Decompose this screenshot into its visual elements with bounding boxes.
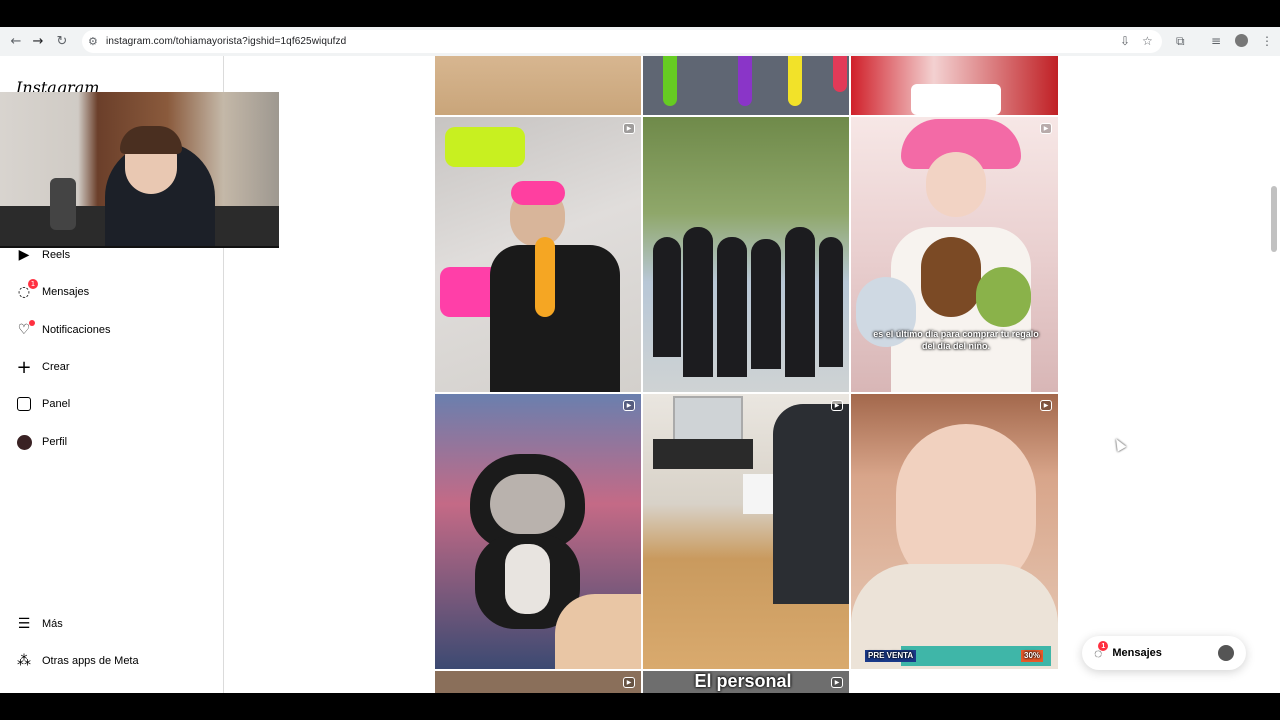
post-tile[interactable]: ▶ <box>435 117 641 392</box>
sidebar-item-label: Mensajes <box>42 286 90 298</box>
sidebar-item-perfil[interactable]: Perfil <box>16 431 67 453</box>
reel-icon: ▶ <box>623 677 635 688</box>
post-overlay-text: El personal <box>694 671 792 691</box>
back-icon[interactable]: ← <box>4 29 28 53</box>
media-icon[interactable]: ≡ <box>1211 33 1221 49</box>
sidebar-item-label: Perfil <box>42 436 68 448</box>
reel-icon: ▶ <box>623 123 635 134</box>
chart-icon <box>16 396 32 412</box>
sidebar-item-label: Notificaciones <box>42 324 111 336</box>
forward-icon[interactable]: → <box>26 29 50 53</box>
sidebar: Instagram ▶ Reels ◌ 1 Mensajes ♡ Notifica… <box>0 56 279 693</box>
sidebar-item-crear[interactable]: + Crear <box>16 356 70 378</box>
scrollbar[interactable] <box>1268 56 1280 693</box>
microphone <box>50 178 76 230</box>
browser-toolbar: ← → ↻ ⚙ instagram.com/tohiamayorista?igs… <box>0 27 1280 56</box>
bottom-letterbox <box>0 693 1280 720</box>
post-tile[interactable]: ▶ <box>643 394 849 669</box>
sidebar-item-mensajes[interactable]: ◌ 1 Mensajes <box>16 279 90 303</box>
post-caption: PRE VENTA <box>865 650 917 662</box>
extensions-icon[interactable]: ⧉ <box>1176 33 1185 49</box>
reel-icon: ▶ <box>1040 123 1052 134</box>
sidebar-item-label: Crear <box>42 361 70 373</box>
post-tile[interactable]: es el último día para comprar tu regalo … <box>851 117 1058 392</box>
post-overlay-text: es el último día para comprar tu regalo … <box>873 329 1039 351</box>
heart-icon: ♡ <box>16 320 35 338</box>
sidebar-item-label: Reels <box>42 249 71 261</box>
webcam-overlay <box>0 92 279 248</box>
scrollbar-thumb[interactable] <box>1271 186 1277 252</box>
post-tile[interactable] <box>435 56 641 115</box>
plus-icon: + <box>16 356 32 378</box>
url-text: instagram.com/tohiamayorista?igshid=1qf6… <box>106 36 347 47</box>
post-tile[interactable]: ▶ <box>435 394 641 669</box>
address-bar[interactable]: ⚙ instagram.com/tohiamayorista?igshid=1q… <box>82 30 1162 53</box>
avatar-icon <box>1218 645 1234 661</box>
reel-icon: ▶ <box>831 400 843 411</box>
sidebar-item-mas[interactable]: ☰ Más <box>16 613 63 635</box>
post-promo: 30% <box>1021 650 1044 662</box>
sidebar-item-otras-apps[interactable]: ⁂ Otras apps de Meta <box>16 650 139 672</box>
install-icon[interactable]: ⇩ <box>1120 33 1130 49</box>
bookmark-star-icon[interactable]: ☆ <box>1142 33 1153 49</box>
messages-pill-label: Mensajes <box>1112 647 1162 659</box>
reels-icon: ▶ <box>18 247 30 263</box>
post-tile[interactable]: PRE VENTA 30% ▶ <box>851 394 1058 669</box>
reload-icon[interactable]: ↻ <box>50 29 74 53</box>
messages-badge: 1 <box>1098 641 1109 651</box>
top-letterbox <box>0 0 1280 27</box>
profile-icon[interactable] <box>1235 34 1248 47</box>
notification-dot <box>29 320 35 326</box>
sidebar-item-label: Otras apps de Meta <box>42 655 139 667</box>
post-tile[interactable] <box>643 117 849 392</box>
avatar-icon <box>16 434 32 450</box>
messenger-icon: ◌ 1 <box>1094 641 1109 661</box>
reel-icon: ▶ <box>1040 400 1052 411</box>
messages-badge: 1 <box>28 279 38 289</box>
sidebar-item-label: Panel <box>42 398 71 410</box>
reel-icon: ▶ <box>623 400 635 411</box>
messages-pill[interactable]: ◌ 1 Mensajes <box>1082 636 1246 670</box>
post-tile[interactable]: El personal ▶ <box>643 671 849 693</box>
menu-icon[interactable]: ⋮ <box>1261 33 1273 49</box>
sidebar-item-label: Más <box>42 618 63 630</box>
post-tile[interactable] <box>851 56 1058 115</box>
posts-grid: ▶ es el último día para comprar tu regal… <box>435 56 1058 693</box>
post-tile[interactable]: ▶ <box>435 671 641 693</box>
reel-icon: ▶ <box>831 677 843 688</box>
apps-icon: ⁂ <box>17 653 31 669</box>
sidebar-item-panel[interactable]: Panel <box>16 393 70 415</box>
screen: ← → ↻ ⚙ instagram.com/tohiamayorista?igs… <box>0 0 1280 720</box>
post-tile[interactable] <box>643 56 849 115</box>
instagram-page: Instagram ▶ Reels ◌ 1 Mensajes ♡ Notifica… <box>0 56 1280 693</box>
mouse-cursor <box>1111 436 1127 452</box>
hamburger-icon: ☰ <box>17 616 31 632</box>
site-info-icon[interactable]: ⚙ <box>88 35 106 48</box>
messenger-icon: ◌ 1 <box>16 279 38 300</box>
sidebar-item-notificaciones[interactable]: ♡ Notificaciones <box>16 319 110 341</box>
